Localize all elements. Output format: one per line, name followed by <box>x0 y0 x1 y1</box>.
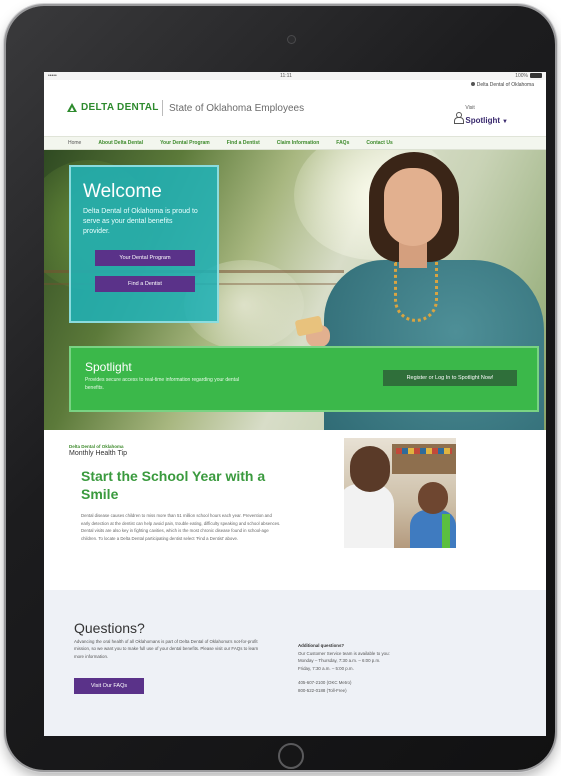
additional-heading: Additional questions? <box>298 643 345 648</box>
status-bar: ••••• 11:11 100% <box>44 72 546 80</box>
tip-title: Start the School Year with a Smile <box>81 468 266 503</box>
spotlight-text: Provides secure access to real-time info… <box>85 377 239 391</box>
dentist-child-photo <box>344 438 456 548</box>
site-header: Delta Dental of Oklahoma DELTA DENTAL St… <box>44 80 546 136</box>
visit-spotlight-link[interactable]: Visit Spotlight ▼ <box>454 106 508 127</box>
phone-tollfree[interactable]: 800-522-0188 (Toll-Free) <box>298 687 468 695</box>
nav-about[interactable]: About Delta Dental <box>98 140 143 146</box>
site-subtitle: State of Oklahoma Employees <box>169 103 305 114</box>
photo-bookshelf <box>392 444 456 474</box>
delta-logo-icon <box>67 103 77 112</box>
battery-percent: 100% <box>515 73 528 79</box>
woman-necklace <box>394 262 438 322</box>
nav-contact[interactable]: Contact Us <box>366 140 392 146</box>
chevron-down-icon: ▼ <box>502 119 508 125</box>
delta-oklahoma-link[interactable]: Delta Dental of Oklahoma <box>470 82 534 88</box>
tip-body: Dental disease causes children to miss m… <box>81 513 281 541</box>
questions-description: Advancing the oral health of all Oklahom… <box>74 639 259 659</box>
service-hours-weekday: Monday – Thursday, 7:30 a.m. – 6:00 p.m. <box>298 658 381 664</box>
questions-title: Questions? <box>74 620 145 636</box>
welcome-text: Delta Dental of Oklahoma is proud to ser… <box>83 208 198 235</box>
location-pin-icon <box>470 82 475 86</box>
visit-faqs-button[interactable]: Visit Our FAQs <box>74 678 144 694</box>
your-dental-program-button[interactable]: Your Dental Program <box>95 250 195 267</box>
spotlight-banner: Spotlight Provides secure access to real… <box>69 346 539 412</box>
service-hours-intro: Our Customer Service team is available t… <box>298 650 390 656</box>
welcome-card: Welcome Delta Dental of Oklahoma is prou… <box>69 165 219 323</box>
clock: 11:11 <box>280 73 292 79</box>
battery-icon <box>530 73 542 79</box>
screen: ••••• 11:11 100% Delta Dental of Oklahom… <box>44 72 546 736</box>
tip-org: Delta Dental of Oklahoma <box>69 444 124 449</box>
visit-spotlight-text: Visit Spotlight ▼ <box>465 106 508 127</box>
nav-claim-information[interactable]: Claim Information <box>277 140 320 146</box>
battery-status: 100% <box>515 73 542 79</box>
nav-faqs[interactable]: FAQs <box>336 140 349 146</box>
photo-dentist-head <box>350 446 390 492</box>
spotlight-label: Spotlight <box>465 116 501 125</box>
camera-icon <box>288 36 295 43</box>
main-nav: Home About Delta Dental Your Dental Prog… <box>44 136 546 150</box>
delta-oklahoma-link-label: Delta Dental of Oklahoma <box>476 82 534 88</box>
logo-text: DELTA DENTAL <box>81 102 159 113</box>
carrier-signal: ••••• <box>48 73 57 79</box>
nav-home[interactable]: Home <box>68 140 81 146</box>
photo-dentist-coat <box>344 484 394 548</box>
delta-dental-logo[interactable]: DELTA DENTAL <box>67 102 159 113</box>
find-dentist-button[interactable]: Find a Dentist <box>95 276 195 293</box>
additional-questions: Additional questions? Our Customer Servi… <box>298 642 468 694</box>
woman-face <box>384 168 442 246</box>
service-hours-friday: Friday, 7:30 a.m. – 5:00 p.m. <box>298 666 354 672</box>
user-icon <box>454 111 465 124</box>
spotlight-login-button[interactable]: Register or Log In to Spotlight Now! <box>383 370 517 386</box>
photo-backpack-strap <box>442 514 450 548</box>
photo-child-head <box>418 482 448 514</box>
tip-label: Monthly Health Tip <box>69 450 127 457</box>
home-button[interactable] <box>278 743 304 769</box>
nav-find-dentist[interactable]: Find a Dentist <box>227 140 260 146</box>
tablet-frame: ••••• 11:11 100% Delta Dental of Oklahom… <box>6 6 555 770</box>
header-divider <box>162 100 163 116</box>
hero-banner: Welcome Delta Dental of Oklahoma is prou… <box>44 150 546 430</box>
phone-okc[interactable]: 405-607-2100 (OKC Metro) <box>298 679 468 687</box>
welcome-title: Welcome <box>83 181 162 202</box>
nav-dental-program[interactable]: Your Dental Program <box>160 140 210 146</box>
health-tip-section: Delta Dental of Oklahoma Monthly Health … <box>44 430 546 590</box>
questions-section: Questions? Advancing the oral health of … <box>44 590 546 736</box>
